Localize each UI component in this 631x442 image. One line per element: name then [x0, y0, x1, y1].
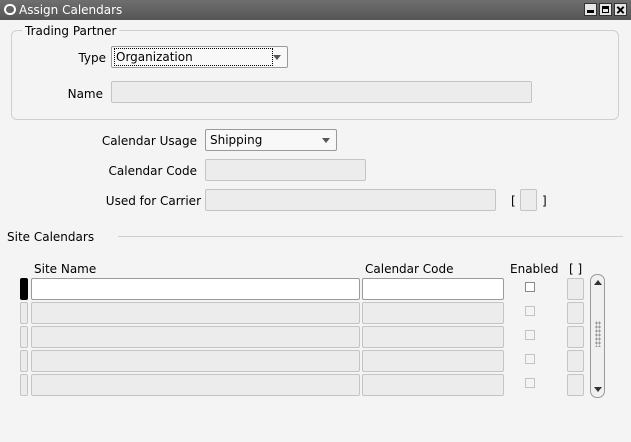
name-label: Name — [67, 87, 103, 101]
minimize-icon[interactable] — [584, 3, 597, 16]
window-title: Assign Calendars — [19, 3, 123, 17]
row-flexfield-cell[interactable] — [567, 302, 584, 324]
calendar-code-cell[interactable] — [362, 302, 504, 324]
site-name-cell[interactable] — [31, 374, 360, 396]
row-indicator[interactable] — [20, 326, 28, 348]
site-calendars-title: Site Calendars — [7, 230, 95, 244]
row-flexfield-cell[interactable] — [567, 278, 584, 300]
site-name-cell[interactable] — [31, 350, 360, 372]
row-indicator[interactable] — [20, 350, 28, 372]
type-select-value: Organization — [114, 48, 273, 66]
enabled-checkbox[interactable] — [525, 306, 535, 316]
enabled-checkbox[interactable] — [525, 354, 535, 364]
row-indicator-current[interactable] — [20, 278, 28, 300]
trading-partner-group — [11, 30, 619, 120]
bracket-close: ] — [542, 194, 547, 208]
calendar-code-cell[interactable] — [362, 278, 504, 300]
calendar-code-cell[interactable] — [362, 350, 504, 372]
extra-header: [ ] — [569, 262, 583, 276]
calendar-code-header: Calendar Code — [365, 262, 454, 276]
descriptive-flexfield[interactable] — [520, 189, 537, 211]
row-indicator[interactable] — [20, 302, 28, 324]
calendar-usage-value: Shipping — [210, 133, 263, 147]
calendar-code-label: Calendar Code — [108, 164, 198, 178]
trading-partner-legend: Trading Partner — [22, 24, 120, 38]
name-field[interactable] — [111, 81, 532, 103]
calendar-usage-select[interactable]: Shipping — [205, 129, 337, 151]
row-flexfield-cell[interactable] — [567, 374, 584, 396]
used-for-carrier-label: Used for Carrier — [105, 194, 201, 208]
scroll-up-icon[interactable] — [594, 280, 602, 285]
section-divider — [118, 236, 623, 237]
type-label: Type — [78, 51, 106, 65]
enabled-header: Enabled — [510, 262, 559, 276]
enabled-checkbox[interactable] — [525, 282, 535, 292]
site-name-cell[interactable] — [31, 302, 360, 324]
chevron-down-icon[interactable] — [273, 55, 281, 60]
maximize-icon[interactable] — [599, 3, 612, 16]
table-scrollbar[interactable] — [590, 274, 605, 398]
site-name-cell[interactable] — [31, 326, 360, 348]
enabled-checkbox[interactable] — [525, 378, 535, 388]
window-titlebar: Assign Calendars — [0, 0, 631, 20]
row-indicator[interactable] — [20, 374, 28, 396]
close-icon[interactable] — [614, 3, 627, 16]
chevron-down-icon[interactable] — [322, 138, 330, 143]
row-flexfield-cell[interactable] — [567, 350, 584, 372]
calendar-usage-label: Calendar Usage — [101, 134, 197, 148]
calendar-code-cell[interactable] — [362, 374, 504, 396]
scroll-thumb-grip[interactable] — [595, 321, 601, 347]
calendar-code-cell[interactable] — [362, 326, 504, 348]
site-name-cell[interactable] — [31, 278, 360, 300]
bracket-open: [ — [511, 194, 516, 208]
type-select[interactable]: Organization — [111, 46, 288, 68]
enabled-checkbox[interactable] — [525, 330, 535, 340]
row-flexfield-cell[interactable] — [567, 326, 584, 348]
calendar-code-field[interactable] — [205, 159, 366, 181]
site-name-header: Site Name — [34, 262, 97, 276]
used-for-carrier-field[interactable] — [205, 189, 496, 211]
oracle-app-icon — [4, 4, 16, 15]
scroll-down-icon[interactable] — [594, 387, 602, 392]
